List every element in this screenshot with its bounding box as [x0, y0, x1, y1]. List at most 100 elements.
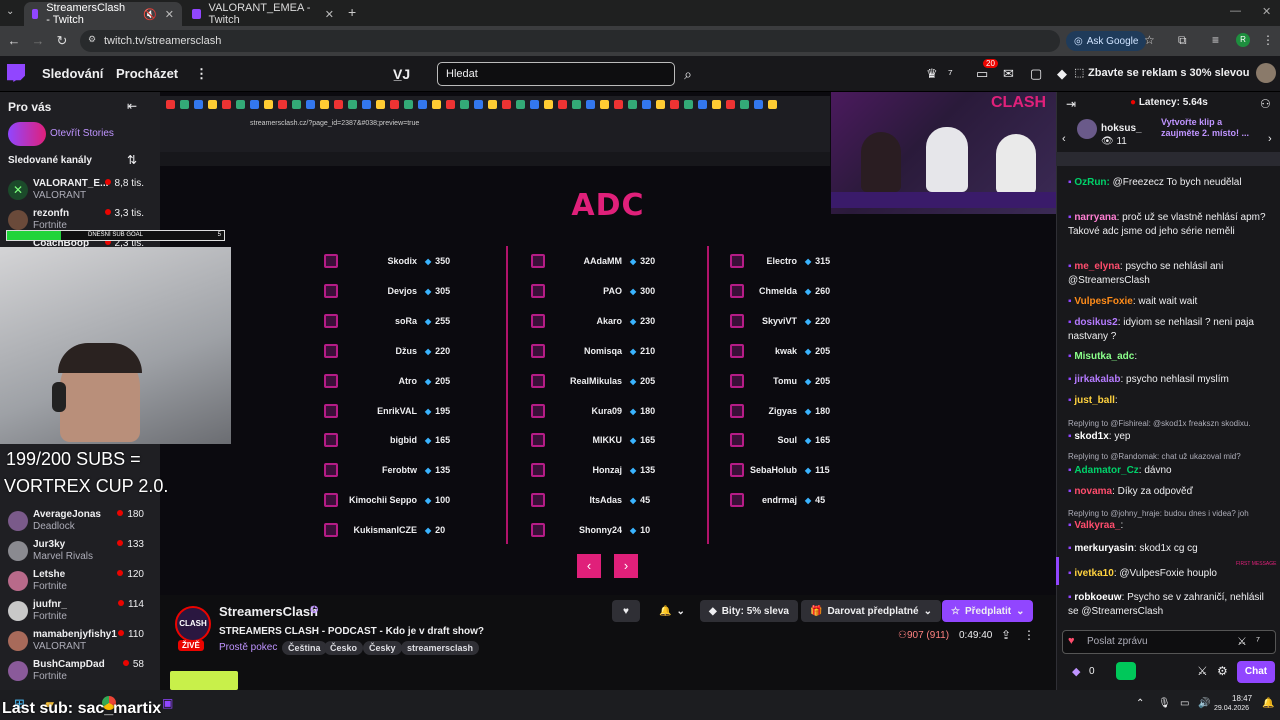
chat-username[interactable]: merkuryasin [1074, 543, 1133, 554]
tab-search-icon[interactable]: ⌄ [6, 6, 14, 17]
bits-discount-button[interactable]: ◆ Bity: 5% sleva [700, 600, 798, 622]
tag-cestina[interactable]: Čeština [282, 641, 327, 655]
chat-message[interactable]: ▪ VulpesFoxie: wait wait wait [1068, 295, 1273, 309]
chat-message[interactable]: ▪ Valkyraa_: [1068, 519, 1273, 533]
nav-more-icon[interactable]: ⋮ [195, 66, 208, 82]
chat-settings-icon[interactable]: ⚙ [1217, 664, 1228, 678]
chat-message[interactable]: ▪ OzRun: @Freezecz To bych neudělal [1068, 176, 1273, 190]
site-info-icon[interactable]: ⚙ [88, 34, 96, 45]
chat-message[interactable]: ▪ Misutka_adc: [1068, 350, 1273, 364]
sort-icon[interactable]: ⇅ [127, 153, 137, 167]
sidebar-item-bushcampdad[interactable]: BushCampDad Fortnite 58 [8, 659, 158, 687]
user-avatar[interactable] [1256, 63, 1276, 83]
heart-icon[interactable]: ♥ [1068, 635, 1075, 647]
sidebar-item-mamabenjyfishy1[interactable]: mamabenjyfishy1 VALORANT 110 [8, 629, 158, 657]
chat-username[interactable]: Misutka_adc [1074, 351, 1134, 362]
new-tab-icon[interactable]: + [348, 4, 356, 20]
chat-message[interactable]: ▪ dosikus2: idyiom se nehlasil ? neni pa… [1068, 316, 1273, 344]
chat-username[interactable]: dosikus2 [1074, 317, 1117, 328]
sidebar-item-letshe[interactable]: Letshe Fortnite 120 [8, 569, 158, 597]
notifications-icon[interactable]: ▭ [976, 66, 988, 82]
tag-streamersclash[interactable]: streamersclash [401, 641, 480, 655]
channel-name[interactable]: StreamersClash [219, 604, 318, 619]
chat-username[interactable]: ivetka10 [1074, 568, 1113, 579]
prediction-icon[interactable] [1116, 662, 1136, 680]
community-icon[interactable]: ⚇ [1260, 97, 1271, 111]
open-stories-link[interactable]: Otevřít Stories [50, 128, 114, 139]
back-icon[interactable]: ← [6, 33, 22, 49]
window-minimize-icon[interactable]: — [1230, 5, 1241, 17]
next-page-button[interactable]: › [614, 554, 638, 578]
more-options-icon[interactable]: ⋮ [1023, 628, 1035, 642]
hype-next-icon[interactable]: › [1268, 133, 1272, 145]
sidebar-item-juufnr[interactable]: juufnr_ Fortnite 114 [8, 599, 158, 627]
network-icon[interactable]: ▭ [1180, 698, 1189, 709]
chat-message[interactable]: ▪ jirkakalab: psycho nehlasil myslím [1068, 373, 1273, 387]
inbox-icon[interactable]: ✉ [1003, 66, 1014, 82]
forward-icon[interactable]: → [30, 33, 46, 49]
discord-icon[interactable]: ▣ [162, 696, 173, 710]
collapse-chat-icon[interactable]: ⇥ [1066, 97, 1076, 111]
chat-message[interactable]: ▪ Adamator_Cz: dávno [1068, 464, 1273, 478]
gift-sub-button[interactable]: 🎁 Darovat předplatné ⌄ [801, 600, 941, 622]
volume-icon[interactable]: 🔊 [1198, 698, 1210, 709]
search-input[interactable]: Hledat [437, 62, 675, 86]
sidebar-item-jur3ky[interactable]: Jur3ky Marvel Rivals 133 [8, 539, 158, 567]
tag-cesky[interactable]: Česky [363, 641, 402, 655]
sidebar-item-averagejonas[interactable]: AverageJonas Deadlock 180 [8, 509, 158, 537]
chat-message[interactable]: ▪ me_elyna: psycho se nehlásil ani @Stre… [1068, 260, 1273, 288]
share-icon[interactable]: ⇪ [1001, 628, 1011, 642]
chat-username[interactable]: skod1x [1074, 431, 1108, 442]
notifications-button[interactable]: 🔔 ⌄ [650, 600, 694, 622]
media-icon[interactable]: ≡ [1212, 33, 1219, 47]
chat-username[interactable]: just_ball [1074, 395, 1115, 406]
url-bar[interactable]: twitch.tv/streamersclash [80, 30, 1060, 52]
chat-username[interactable]: narryana [1074, 212, 1116, 223]
ask-google-button[interactable]: ◎ Ask Google [1066, 31, 1147, 51]
tray-chevron-icon[interactable]: ⌃ [1136, 698, 1144, 709]
tab-valorant-emea[interactable]: VALORANT_EMEA - Twitch ✕ [184, 2, 342, 26]
bits-icon[interactable]: ⚔ [1197, 664, 1208, 678]
chat-message[interactable]: ▪ merkuryasin: skod1x cg cg [1068, 542, 1273, 556]
ad-free-promo[interactable]: Zbavte se reklam s 30% slevou [1088, 67, 1249, 79]
clock-time[interactable]: 18:47 [1232, 694, 1252, 703]
tab-streamersclash[interactable]: StreamersClash - Twitch 🔇 ✕ [24, 2, 182, 26]
crown-icon[interactable]: ♛ [926, 66, 938, 82]
emote-icon[interactable]: ⚔ [1237, 635, 1247, 648]
chat-message[interactable]: ▪ skod1x: yep [1068, 430, 1273, 444]
window-close-icon[interactable]: ✕ [1262, 5, 1271, 18]
chat-username[interactable]: novama [1074, 486, 1112, 497]
chat-message[interactable]: ▪ just_ball: [1068, 394, 1273, 408]
notification-bell-icon[interactable]: 🔔 [1262, 698, 1274, 709]
prev-page-button[interactable]: ‹ [577, 554, 601, 578]
hype-prev-icon[interactable]: ‹ [1062, 133, 1066, 145]
chat-username[interactable]: robkoeuw [1074, 592, 1121, 603]
stories-avatar[interactable] [8, 122, 46, 146]
extension-7tv-icon[interactable]: ⁷ [948, 66, 953, 81]
chat-username[interactable]: OzRun: [1074, 177, 1110, 188]
sidebar-item-valorant-emea[interactable]: ✕ VALORANT_E... VALORANT 8,8 tis. [8, 178, 158, 206]
mic-icon[interactable]: 🎙 [1158, 698, 1171, 709]
category-link[interactable]: Prostě pokec [219, 642, 277, 653]
collapse-sidebar-icon[interactable]: ⇤ [127, 99, 137, 113]
subscribe-button[interactable]: ☆ Předplatit ⌄ [942, 600, 1034, 622]
reload-icon[interactable]: ↻ [54, 33, 70, 49]
chat-send-button[interactable]: Chat [1237, 661, 1275, 683]
chat-username[interactable]: Adamator_Cz [1074, 465, 1138, 476]
extensions-icon[interactable]: ⧉ [1178, 33, 1187, 48]
channel-points-icon[interactable]: ◆ [1072, 665, 1080, 678]
chat-username[interactable]: Valkyraa_ [1074, 520, 1120, 531]
follow-button[interactable]: ♥ [612, 600, 640, 622]
panel-thumbnail[interactable] [170, 671, 238, 690]
whispers-icon[interactable]: ▢ [1030, 66, 1042, 82]
search-icon[interactable]: ⌕ [677, 62, 699, 86]
chat-message[interactable]: ▪ robkoeuw: Psycho se v zahraničí, nehlá… [1068, 591, 1273, 619]
chat-message[interactable]: ▪ narryana: proč už se vlastně nehlásí a… [1068, 211, 1273, 239]
tab-close-icon[interactable]: ✕ [165, 8, 174, 21]
bits-icon[interactable]: ◆ [1057, 66, 1067, 82]
browser-menu-icon[interactable]: ⋮ [1262, 33, 1274, 47]
bookmark-star-icon[interactable]: ☆ [1144, 33, 1155, 47]
tab-mute-icon[interactable]: 🔇 [143, 8, 157, 21]
chat-username[interactable]: me_elyna [1074, 261, 1120, 272]
nav-following[interactable]: Sledování [42, 66, 103, 81]
